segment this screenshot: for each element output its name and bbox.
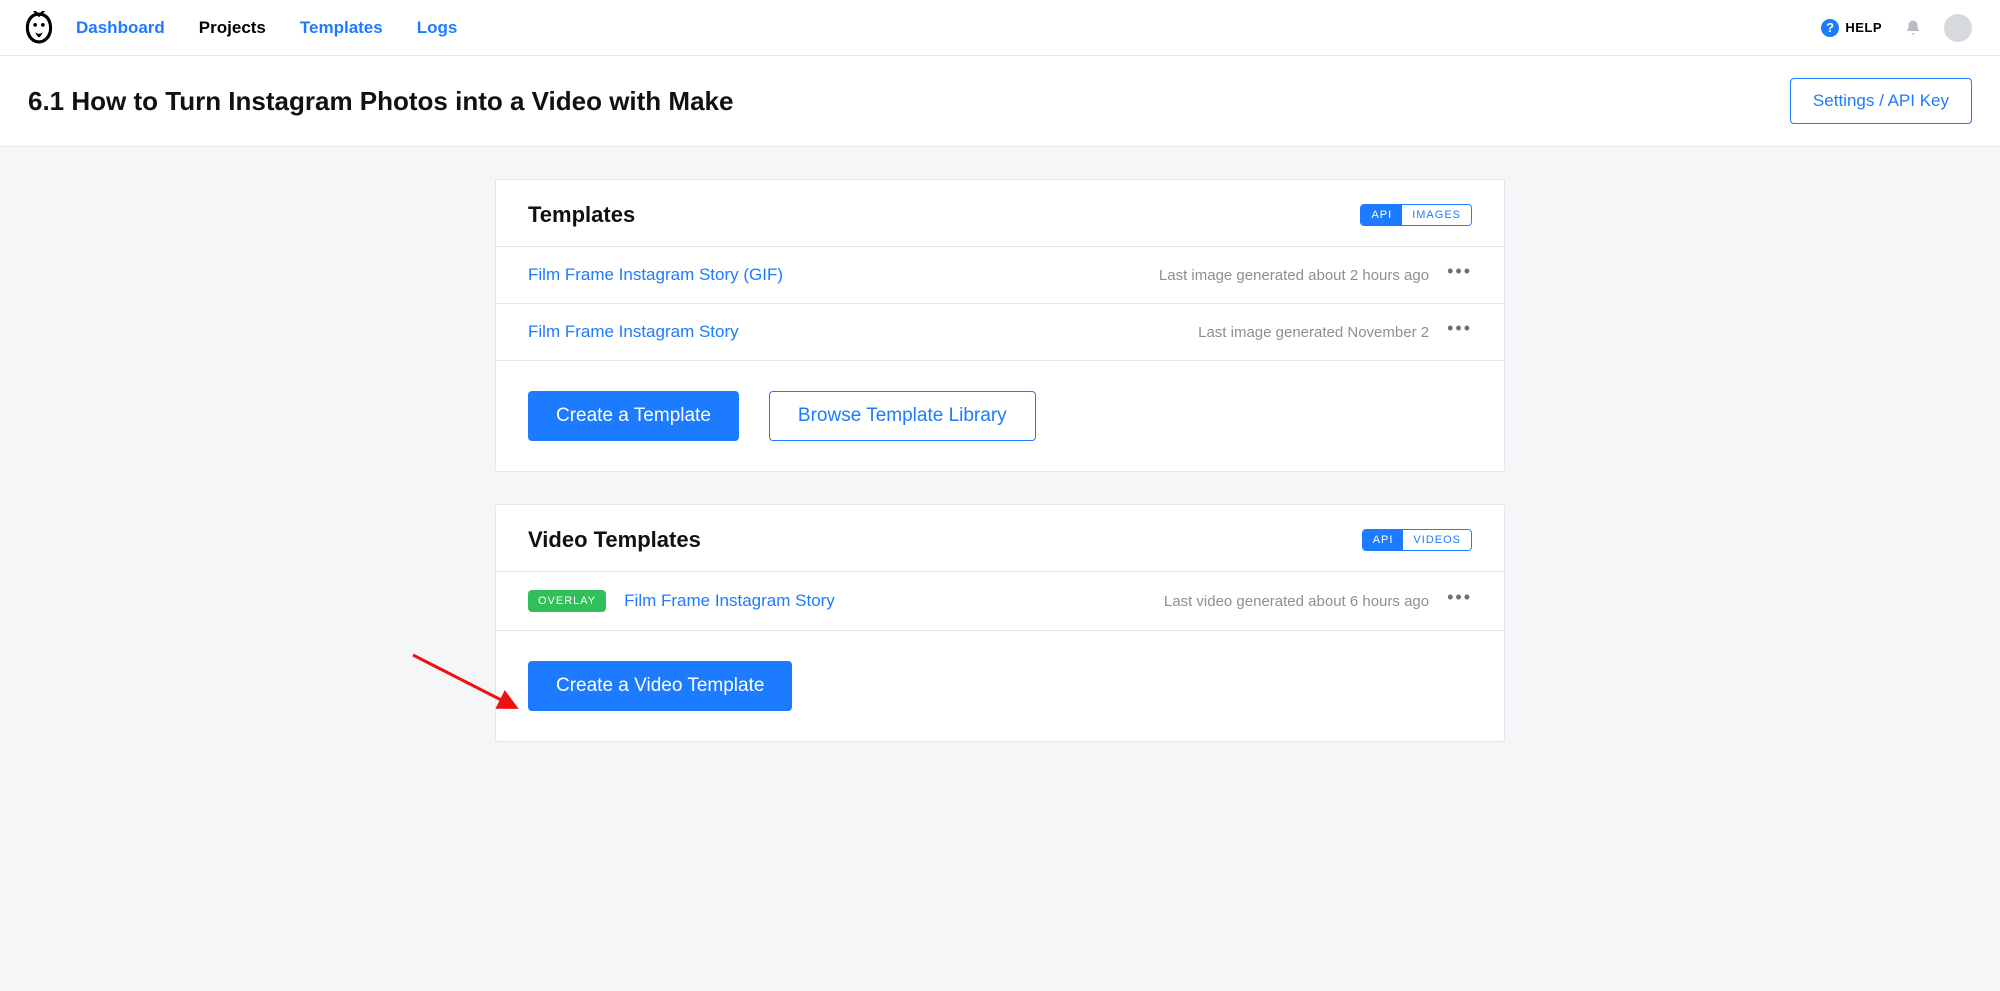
more-menu-icon[interactable]: ••• [1447,324,1472,332]
templates-card: Templates API IMAGES Film Frame Instagra… [495,179,1505,472]
overlay-badge: OVERLAY [528,590,606,612]
content: Templates API IMAGES Film Frame Instagra… [495,179,1505,742]
video-templates-card-actions: Create a Video Template [496,631,1504,741]
api-images-pill[interactable]: API IMAGES [1360,204,1472,226]
nav-items: Dashboard Projects Templates Logs [76,18,457,38]
more-menu-icon[interactable]: ••• [1447,593,1472,601]
pill-videos-label: VIDEOS [1403,530,1471,550]
page-title: 6.1 How to Turn Instagram Photos into a … [28,86,1790,117]
video-templates-card-header: Video Templates API VIDEOS [496,505,1504,572]
settings-api-key-button[interactable]: Settings / API Key [1790,78,1972,124]
create-template-button[interactable]: Create a Template [528,391,739,441]
video-templates-card: Video Templates API VIDEOS OVERLAY Film … [495,504,1505,742]
browse-template-library-button[interactable]: Browse Template Library [769,391,1036,441]
video-templates-heading: Video Templates [528,527,701,553]
template-row: Film Frame Instagram Story (GIF) Last im… [496,247,1504,304]
template-row: Film Frame Instagram Story Last image ge… [496,304,1504,361]
create-video-template-button[interactable]: Create a Video Template [528,661,792,711]
nav-logs[interactable]: Logs [417,18,458,38]
title-bar: 6.1 How to Turn Instagram Photos into a … [0,56,2000,147]
nav-dashboard[interactable]: Dashboard [76,18,165,38]
logo-icon[interactable] [22,11,56,45]
avatar[interactable] [1944,14,1972,42]
template-meta: Last image generated November 2 [1198,324,1429,341]
video-template-row: OVERLAY Film Frame Instagram Story Last … [496,572,1504,631]
top-nav: Dashboard Projects Templates Logs ? HELP [0,0,2000,56]
bell-icon[interactable] [1904,19,1922,37]
api-videos-pill[interactable]: API VIDEOS [1362,529,1472,551]
template-link[interactable]: Film Frame Instagram Story (GIF) [528,265,783,285]
video-template-link[interactable]: Film Frame Instagram Story [624,591,835,611]
template-meta: Last image generated about 2 hours ago [1159,267,1429,284]
help-label: HELP [1845,20,1882,35]
video-template-meta: Last video generated about 6 hours ago [1164,593,1429,610]
help-button[interactable]: ? HELP [1821,19,1882,37]
nav-projects[interactable]: Projects [199,18,266,38]
help-icon: ? [1821,19,1839,37]
templates-heading: Templates [528,202,635,228]
template-link[interactable]: Film Frame Instagram Story [528,322,739,342]
templates-card-header: Templates API IMAGES [496,180,1504,247]
pill-api-label: API [1363,530,1404,550]
templates-card-actions: Create a Template Browse Template Librar… [496,361,1504,471]
pill-api-label: API [1361,205,1402,225]
more-menu-icon[interactable]: ••• [1447,267,1472,275]
nav-templates[interactable]: Templates [300,18,383,38]
pill-images-label: IMAGES [1402,205,1471,225]
